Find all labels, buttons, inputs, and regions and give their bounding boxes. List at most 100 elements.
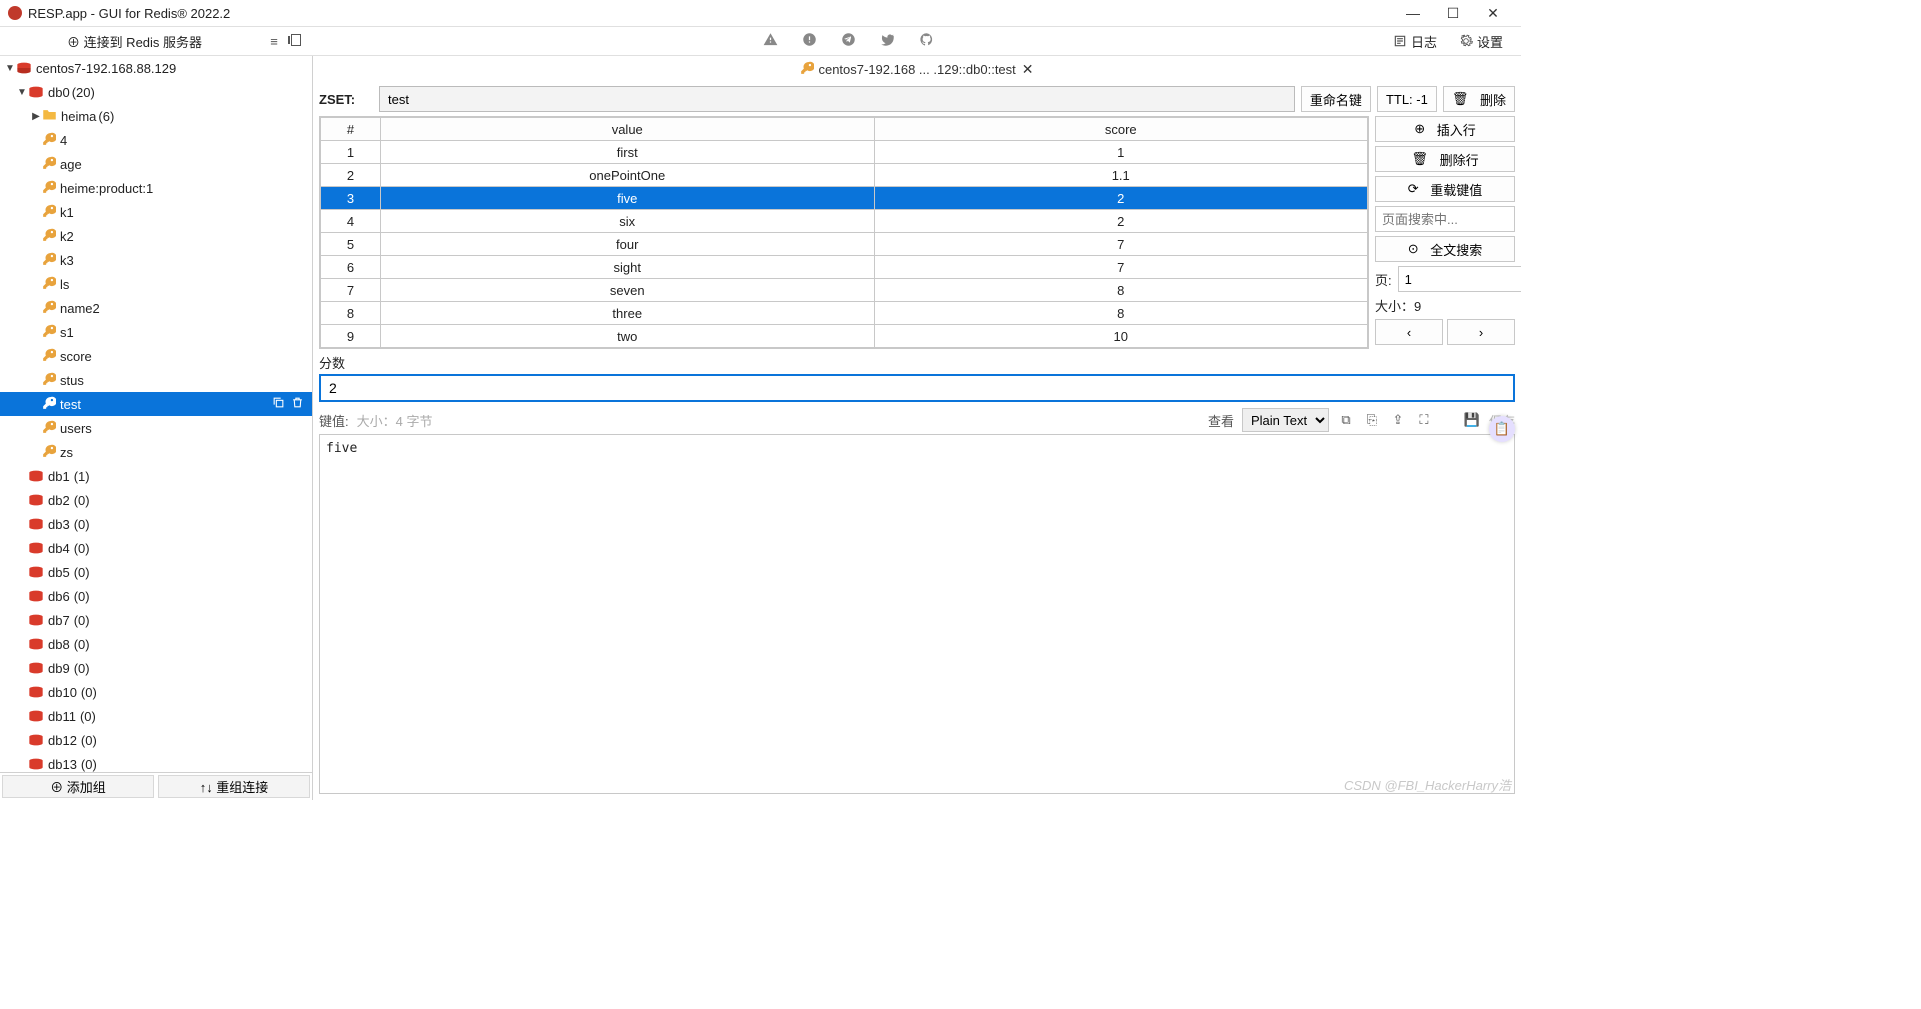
- table-row[interactable]: 5four7: [321, 233, 1368, 256]
- format-select[interactable]: Plain Text: [1242, 408, 1329, 432]
- db-node[interactable]: db11(0): [0, 704, 312, 728]
- log-button[interactable]: 日志: [1385, 28, 1445, 55]
- connection-tree[interactable]: centos7-192.168.88.129 db0 (20) heima (6…: [0, 56, 312, 772]
- next-page-button[interactable]: ›: [1447, 319, 1515, 345]
- page-search-input[interactable]: [1375, 206, 1515, 232]
- db-count: (0): [74, 661, 90, 676]
- list-icon[interactable]: ≡: [263, 34, 285, 49]
- key-node[interactable]: stus: [0, 368, 312, 392]
- folder-node[interactable]: heima (6): [0, 104, 312, 128]
- db-node[interactable]: db7(0): [0, 608, 312, 632]
- warning-icon[interactable]: [763, 32, 778, 50]
- db-node[interactable]: db1(1): [0, 464, 312, 488]
- maximize-button[interactable]: ☐: [1433, 5, 1473, 22]
- floating-badge[interactable]: 📋: [1489, 416, 1515, 442]
- database-icon: [28, 710, 44, 722]
- db0-node[interactable]: db0 (20): [0, 80, 312, 104]
- telegram-icon[interactable]: [841, 32, 856, 50]
- tab-close-button[interactable]: ✕: [1022, 61, 1034, 78]
- key-node[interactable]: k3: [0, 248, 312, 272]
- rename-button[interactable]: 重命名键: [1301, 86, 1371, 112]
- db-node[interactable]: db8(0): [0, 632, 312, 656]
- db-label: db5: [48, 565, 70, 580]
- db-label: db13: [48, 757, 77, 772]
- table-row[interactable]: 1first1: [321, 141, 1368, 164]
- score-input[interactable]: [319, 374, 1515, 402]
- table-row[interactable]: 9two10: [321, 325, 1368, 348]
- db-count: (0): [74, 517, 90, 532]
- key-node[interactable]: test: [0, 392, 312, 416]
- table-row[interactable]: 8three8: [321, 302, 1368, 325]
- github-icon[interactable]: [919, 32, 934, 50]
- key-node[interactable]: s1: [0, 320, 312, 344]
- insert-row-button[interactable]: ⊕ 插入行: [1375, 116, 1515, 142]
- db-node[interactable]: db4(0): [0, 536, 312, 560]
- key-node[interactable]: users: [0, 416, 312, 440]
- zset-table[interactable]: # value score 1first12onePointOne1.13fiv…: [319, 116, 1369, 349]
- db-count: (0): [81, 685, 97, 700]
- key-label: users: [60, 421, 92, 436]
- col-score[interactable]: score: [874, 118, 1368, 141]
- copy-icon[interactable]: ⧉: [1337, 412, 1355, 428]
- close-button[interactable]: ✕: [1473, 5, 1513, 22]
- db-node[interactable]: db2(0): [0, 488, 312, 512]
- fullscreen-icon[interactable]: ⛶: [1415, 412, 1433, 428]
- db-node[interactable]: db12(0): [0, 728, 312, 752]
- col-value[interactable]: value: [381, 118, 875, 141]
- db-node[interactable]: db9(0): [0, 656, 312, 680]
- key-node[interactable]: ls: [0, 272, 312, 296]
- page-input[interactable]: [1398, 266, 1521, 292]
- col-index[interactable]: #: [321, 118, 381, 141]
- add-group-button[interactable]: ⊕ 添加组: [2, 775, 154, 798]
- key-icon: [42, 228, 56, 245]
- table-row[interactable]: 3five2: [321, 187, 1368, 210]
- table-row[interactable]: 6sight7: [321, 256, 1368, 279]
- key-name-input[interactable]: [379, 86, 1295, 112]
- settings-button[interactable]: 设置: [1451, 28, 1511, 55]
- copy-code-icon[interactable]: ⎘: [1363, 412, 1381, 428]
- db-node[interactable]: db6(0): [0, 584, 312, 608]
- batch-connect-button[interactable]: ↑↓ 重组连接: [158, 775, 310, 798]
- delete-key-button[interactable]: 🗑 删除: [1443, 86, 1515, 112]
- connect-server-button[interactable]: ⊕ 连接到 Redis 服务器: [6, 28, 263, 55]
- ttl-button[interactable]: TTL: -1: [1377, 86, 1437, 112]
- key-icon: [42, 420, 56, 437]
- reload-button[interactable]: ⟳ 重载键值: [1375, 176, 1515, 202]
- key-node[interactable]: age: [0, 152, 312, 176]
- value-editor[interactable]: five: [319, 434, 1515, 794]
- cell-index: 4: [321, 210, 381, 233]
- key-node[interactable]: name2: [0, 296, 312, 320]
- key-tab[interactable]: centos7-192.168 ... .129::db0::test ✕: [313, 56, 1521, 82]
- db-label: db12: [48, 733, 77, 748]
- help-icon[interactable]: [802, 32, 817, 50]
- key-node[interactable]: k1: [0, 200, 312, 224]
- prev-page-button[interactable]: ‹: [1375, 319, 1443, 345]
- key-node[interactable]: heime:product:1: [0, 176, 312, 200]
- db-node[interactable]: db13(0): [0, 752, 312, 772]
- copy-key-icon[interactable]: [272, 396, 285, 412]
- fulltext-search-button[interactable]: ⊙ 全文搜索: [1375, 236, 1515, 262]
- expand-arrow-icon[interactable]: [16, 87, 28, 98]
- connection-node[interactable]: centos7-192.168.88.129: [0, 56, 312, 80]
- key-node[interactable]: zs: [0, 440, 312, 464]
- table-row[interactable]: 4six2: [321, 210, 1368, 233]
- db-node[interactable]: db10(0): [0, 680, 312, 704]
- key-node[interactable]: score: [0, 344, 312, 368]
- panel-icon[interactable]: [285, 34, 307, 49]
- save-icon[interactable]: 💾: [1463, 412, 1481, 428]
- key-node[interactable]: 4: [0, 128, 312, 152]
- tab-title: centos7-192.168 ... .129::db0::test: [818, 62, 1015, 77]
- twitter-icon[interactable]: [880, 32, 895, 50]
- table-row[interactable]: 7seven8: [321, 279, 1368, 302]
- expand-arrow-icon[interactable]: [30, 111, 42, 122]
- export-icon[interactable]: ⇪: [1389, 412, 1407, 428]
- expand-arrow-icon[interactable]: [4, 63, 16, 74]
- delete-key-icon[interactable]: [291, 396, 304, 412]
- db-node[interactable]: db3(0): [0, 512, 312, 536]
- key-node[interactable]: k2: [0, 224, 312, 248]
- key-icon: [42, 372, 56, 389]
- db-node[interactable]: db5(0): [0, 560, 312, 584]
- minimize-button[interactable]: —: [1393, 5, 1433, 21]
- table-row[interactable]: 2onePointOne1.1: [321, 164, 1368, 187]
- delete-row-button[interactable]: 🗑 删除行: [1375, 146, 1515, 172]
